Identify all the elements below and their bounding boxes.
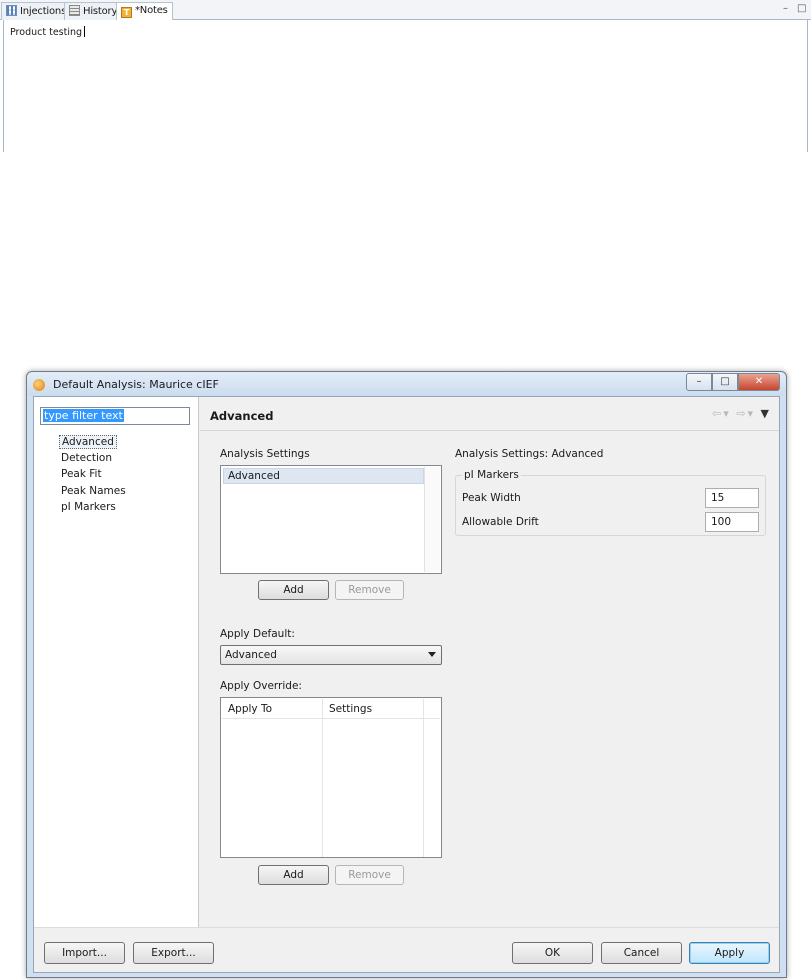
peak-width-field[interactable]: 15: [705, 488, 759, 508]
dialog-button-bar: Import... Export... OK Cancel Apply: [34, 927, 779, 972]
app-logo-icon: [33, 379, 45, 391]
remove-override-button[interactable]: Remove: [335, 865, 404, 885]
dialog-title: Default Analysis: Maurice cIEF: [53, 378, 219, 391]
pi-markers-group: pI Markers Peak Width 15 Allowable Drift…: [455, 469, 766, 536]
settings-header: Analysis Settings: Advanced: [455, 448, 604, 460]
analysis-settings-list[interactable]: Advanced: [220, 465, 442, 574]
forward-arrow-icon[interactable]: ⇨▾: [736, 407, 755, 420]
import-button[interactable]: Import...: [44, 942, 125, 964]
history-icon: [69, 5, 80, 16]
page-navigation: ⇦▾ ⇨▾ ▼: [712, 407, 771, 420]
default-analysis-dialog: Default Analysis: Maurice cIEF – □ ✕ typ…: [26, 371, 787, 978]
nav-item-pi-markers[interactable]: pI Markers: [59, 501, 118, 513]
dialog-titlebar[interactable]: Default Analysis: Maurice cIEF – □ ✕: [27, 372, 786, 396]
allowable-drift-field[interactable]: 100: [705, 512, 759, 532]
peak-width-label: Peak Width: [462, 492, 521, 504]
apply-default-value: Advanced: [225, 649, 277, 661]
nav-item-peak-names[interactable]: Peak Names: [59, 485, 128, 497]
back-arrow-icon[interactable]: ⇦▾: [712, 407, 731, 420]
allowable-drift-label: Allowable Drift: [462, 516, 539, 528]
preference-tree: type filter text Advanced Detection Peak…: [34, 397, 199, 927]
tab-injections-label: Injections: [20, 6, 67, 17]
add-override-button[interactable]: Add: [258, 865, 329, 885]
tab-history-label: History: [83, 6, 118, 17]
dialog-client-area: type filter text Advanced Detection Peak…: [33, 396, 780, 973]
group-title: pI Markers: [462, 469, 521, 481]
column-apply-to[interactable]: Apply To: [222, 699, 323, 719]
nav-item-peak-fit[interactable]: Peak Fit: [59, 468, 104, 480]
notes-panel: Injections History T *Notes – □ Product t…: [0, 0, 811, 152]
filter-placeholder: type filter text: [43, 409, 124, 422]
grid-icon: [6, 5, 17, 16]
add-setting-button[interactable]: Add: [258, 580, 329, 600]
ok-button[interactable]: OK: [512, 942, 593, 964]
apply-default-label: Apply Default:: [220, 628, 295, 640]
page-header: Advanced ⇦▾ ⇨▾ ▼: [200, 397, 779, 431]
tab-history[interactable]: History: [64, 2, 123, 20]
cancel-button[interactable]: Cancel: [601, 942, 682, 964]
apply-override-table[interactable]: Apply To Settings: [220, 697, 442, 858]
maximize-window-icon[interactable]: □: [712, 373, 738, 391]
apply-button[interactable]: Apply: [689, 942, 770, 964]
nav-item-detection[interactable]: Detection: [59, 452, 114, 464]
apply-override-label: Apply Override:: [220, 680, 302, 692]
nav-item-advanced[interactable]: Advanced: [59, 435, 117, 449]
tab-notes-label: *Notes: [135, 5, 168, 16]
column-divider: [322, 719, 323, 857]
window-controls: – □ ✕: [686, 373, 780, 391]
column-settings[interactable]: Settings: [323, 699, 424, 719]
preference-page: Advanced ⇦▾ ⇨▾ ▼ Analysis Settings Advan…: [200, 397, 779, 927]
tab-notes[interactable]: T *Notes: [116, 2, 173, 21]
chevron-down-icon: [428, 652, 436, 657]
list-item[interactable]: Advanced: [223, 468, 424, 484]
apply-default-select[interactable]: Advanced: [220, 645, 442, 665]
notes-text: Product testing: [10, 27, 83, 38]
remove-setting-button[interactable]: Remove: [335, 580, 404, 600]
filter-input[interactable]: type filter text: [40, 407, 190, 425]
notes-icon: T: [121, 7, 132, 18]
page-title: Advanced: [210, 409, 274, 423]
list-scrollbar[interactable]: [424, 467, 440, 572]
maximize-view-icon[interactable]: □: [797, 3, 806, 14]
analysis-settings-label: Analysis Settings: [220, 448, 310, 460]
view-menu-icon[interactable]: ▼: [761, 407, 771, 420]
minimize-window-icon[interactable]: –: [686, 373, 712, 391]
minimize-view-icon[interactable]: –: [783, 3, 788, 14]
close-window-icon[interactable]: ✕: [738, 373, 780, 391]
table-header: Apply To Settings: [222, 699, 440, 719]
view-tabbar: Injections History T *Notes – □: [0, 0, 811, 21]
notes-editor[interactable]: Product testing: [3, 20, 808, 152]
column-divider: [423, 719, 424, 857]
export-button[interactable]: Export...: [133, 942, 214, 964]
tab-injections[interactable]: Injections: [1, 2, 72, 20]
text-caret: [84, 26, 86, 37]
